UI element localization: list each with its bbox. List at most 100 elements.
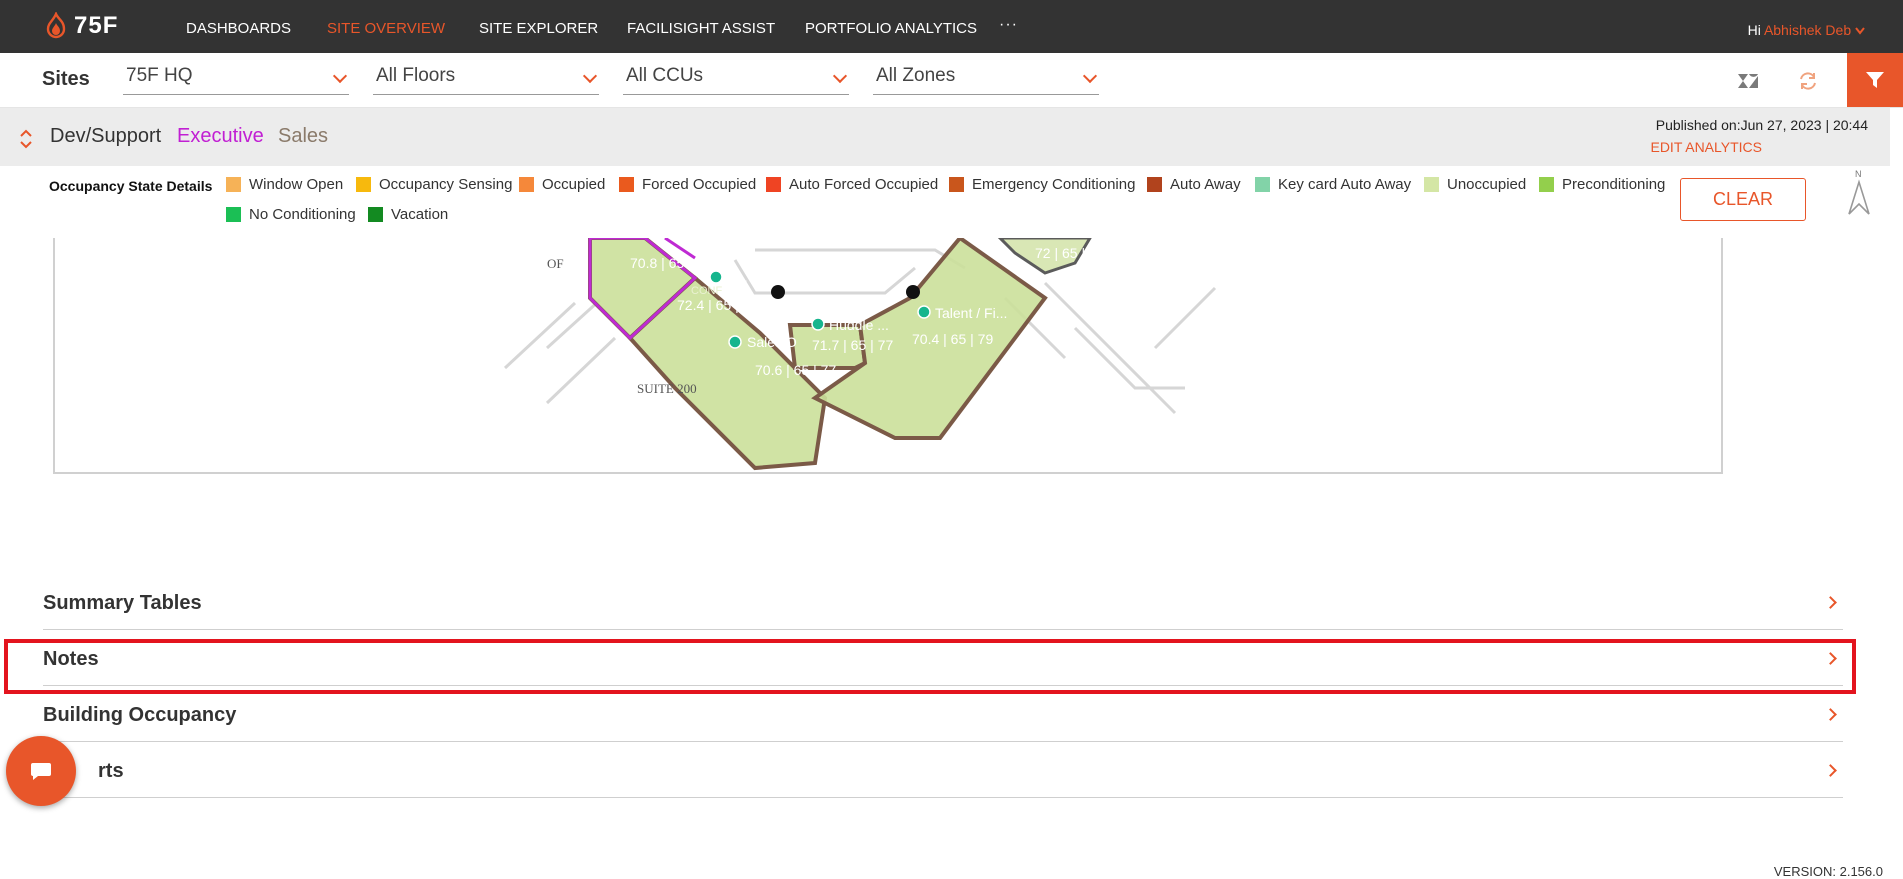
chevron-right-icon: [1824, 708, 1837, 721]
edit-analytics-link[interactable]: EDIT ANALYTICS: [1650, 139, 1762, 155]
legend-label: Auto Forced Occupied: [789, 176, 939, 193]
zone-reading: 70.4 | 65 | 79: [912, 331, 993, 347]
legend-swatch: [619, 177, 634, 192]
legend-swatch: [368, 207, 383, 222]
filter-icon: [1866, 72, 1884, 88]
zone-reading: 70.8 | 65 | 77: [630, 255, 711, 271]
legend-label: Emergency Conditioning: [972, 176, 1136, 193]
legend-item: No Conditioning: [226, 206, 356, 223]
legend-swatch: [226, 207, 241, 222]
legend-item: Auto Forced Occupied: [766, 176, 938, 193]
floor-select[interactable]: All Floors: [373, 65, 599, 95]
legend-swatch: [356, 177, 371, 192]
section-summary-tables[interactable]: Summary Tables: [43, 574, 1843, 630]
nav-site-explorer[interactable]: SITE EXPLORER: [479, 20, 598, 37]
clear-button[interactable]: CLEAR: [1680, 178, 1806, 221]
ccu-select-value: All CCUs: [626, 65, 704, 86]
legend-item: Occupied: [519, 176, 605, 193]
legend-title: Occupancy State Details: [49, 178, 213, 194]
site-select-value: 75F HQ: [126, 65, 193, 86]
sites-label: Sites: [42, 68, 90, 90]
legend-swatch: [766, 177, 781, 192]
legend-label: Preconditioning: [1562, 176, 1666, 193]
zone-reading: 71.7 | 65 | 77: [812, 337, 893, 353]
legend-swatch: [519, 177, 534, 192]
legend-item: Window Open: [226, 176, 343, 193]
user-greeting: Hi: [1747, 22, 1761, 38]
dashboard-tab-bar: Dev/Support Executive Sales Published on…: [0, 108, 1890, 166]
floor-plan-viewer[interactable]: 70.8 | 65 | 77 72.4 | 65 | 77 C... Huddl…: [53, 238, 1723, 474]
zendesk-icon[interactable]: [1737, 70, 1759, 92]
zone-select[interactable]: All Zones: [873, 65, 1099, 95]
chevron-down-icon: [582, 68, 598, 84]
north-label: N: [1855, 169, 1862, 179]
flame-logo-icon: [46, 12, 66, 39]
nav-portfolio-analytics[interactable]: PORTFOLIO ANALYTICS: [805, 20, 977, 37]
chat-widget-button[interactable]: [6, 736, 76, 806]
legend-swatch: [1255, 177, 1270, 192]
legend-swatch: [1147, 177, 1162, 192]
zone-reading: 72 | 65 | 7: [1035, 245, 1097, 261]
legend-label: Occupied: [542, 176, 606, 193]
zone-name: C...: [726, 269, 748, 285]
section-label: rts: [98, 760, 124, 782]
chevron-down-icon: [1855, 27, 1865, 35]
ccu-select[interactable]: All CCUs: [623, 65, 849, 95]
legend-label: Occupancy Sensing: [379, 176, 513, 193]
room-label: OF: [547, 256, 564, 271]
zone-reading: 70.6 | 65 | 77: [755, 362, 836, 378]
zone-name: Sales O: [747, 334, 797, 350]
legend-item: Preconditioning: [1539, 176, 1665, 193]
user-menu[interactable]: Hi Abhishek Deb: [1748, 22, 1865, 38]
legend-label: Window Open: [249, 176, 344, 193]
section-label: Building Occupancy: [43, 704, 237, 726]
legend-label: No Conditioning: [249, 206, 356, 223]
legend-item: Unoccupied: [1424, 176, 1526, 193]
filter-toggle-button[interactable]: [1847, 53, 1903, 107]
chat-bubble-icon: [31, 763, 51, 780]
legend-item: Emergency Conditioning: [949, 176, 1135, 193]
nav-site-overview[interactable]: SITE OVERVIEW: [327, 20, 445, 37]
refresh-icon[interactable]: [1797, 70, 1819, 92]
section-alerts[interactable]: rts: [43, 742, 1843, 798]
legend-swatch: [1539, 177, 1554, 192]
floor-select-value: All Floors: [376, 65, 456, 86]
legend-label: Key card Auto Away: [1278, 176, 1412, 193]
legend-item: Vacation: [368, 206, 448, 223]
north-arrow-icon: N: [1848, 169, 1870, 215]
floor-plan-drawing: 70.8 | 65 | 77 72.4 | 65 | 77 C... Huddl…: [503, 238, 1217, 471]
brand-logo[interactable]: 75F: [44, 12, 118, 40]
legend-item: Auto Away: [1147, 176, 1241, 193]
chevron-down-icon: [832, 68, 848, 84]
legend-swatch: [949, 177, 964, 192]
chevron-down-icon: [1082, 68, 1098, 84]
filter-bar: Sites 75F HQ All Floors All CCUs All Zon…: [0, 53, 1903, 108]
zone-select-value: All Zones: [876, 65, 956, 86]
tab-sales[interactable]: Sales: [278, 125, 328, 148]
site-select[interactable]: 75F HQ: [123, 65, 349, 95]
published-timestamp: Published on:Jun 27, 2023 | 20:44: [1655, 117, 1868, 133]
zone-reading: 72.4 | 65 | 77: [677, 297, 758, 313]
legend-swatch: [226, 177, 241, 192]
top-nav-bar: 75F DASHBOARDS SITE OVERVIEW SITE EXPLOR…: [0, 0, 1903, 53]
zone-name: Talent / Fi...: [935, 305, 1007, 321]
chevron-right-icon: [1824, 596, 1837, 609]
chevron-right-icon: [1824, 764, 1837, 777]
room-label: SUITE 200: [637, 381, 697, 396]
legend-item: Occupancy Sensing: [356, 176, 512, 193]
section-building-occupancy[interactable]: Building Occupancy: [43, 686, 1843, 742]
tab-dev-support[interactable]: Dev/Support: [50, 125, 161, 148]
expand-collapse-icon[interactable]: [20, 128, 32, 150]
legend-item: Key card Auto Away: [1255, 176, 1411, 193]
tab-executive[interactable]: Executive: [177, 125, 264, 148]
nav-more-menu[interactable]: ···: [999, 16, 1018, 34]
room-label: CONF: [691, 285, 722, 297]
nav-facilisight-assist[interactable]: FACILISIGHT ASSIST: [627, 20, 775, 37]
section-label: Summary Tables: [43, 592, 202, 614]
chevron-down-icon: [332, 68, 348, 84]
nav-dashboards[interactable]: DASHBOARDS: [186, 20, 291, 37]
legend-label: Forced Occupied: [642, 176, 757, 193]
user-name: Abhishek Deb: [1763, 22, 1852, 38]
legend-label: Unoccupied: [1447, 176, 1527, 193]
legend-label: Auto Away: [1170, 176, 1241, 193]
